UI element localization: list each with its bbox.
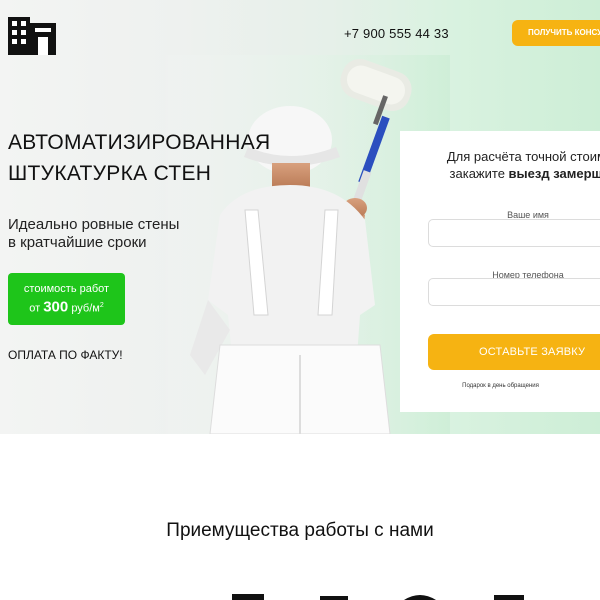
- hero-subtitle: Идеально ровные стены в кратчайшие сроки: [8, 216, 208, 252]
- gift-note: Подарок в день обращения: [462, 383, 539, 389]
- price-unit-sup: 2: [99, 302, 104, 309]
- hero-subtitle-line: Идеально ровные стены: [8, 216, 180, 233]
- building-logo-icon[interactable]: [8, 17, 56, 55]
- get-consultation-button[interactable]: ПОЛУЧИТЬ КОНСУ: [512, 20, 600, 46]
- form-heading-bold: выезд замерщи: [508, 166, 600, 181]
- submit-request-button[interactable]: ОСТАВЬТЕ ЗАЯВКУ: [428, 334, 600, 370]
- advantages-icons-peek: [232, 594, 524, 600]
- price-unit: руб/м: [71, 302, 100, 315]
- measurement-request-form: Для расчёта точной стоимо закажите выезд…: [400, 131, 600, 412]
- form-heading-line: закажите выезд замерщи: [400, 165, 600, 182]
- name-field[interactable]: [428, 219, 600, 247]
- payment-note: ОПЛАТА ПО ФАКТУ!: [8, 348, 123, 362]
- hero-title-line: АВТОМАТИЗИРОВАННАЯ: [8, 131, 271, 154]
- form-heading-line: Для расчёта точной стоимо: [446, 149, 600, 164]
- price-button[interactable]: стоимость работ от 300 руб/м2: [8, 273, 125, 325]
- price-amount: 300: [43, 298, 69, 316]
- phone-field[interactable]: [428, 278, 600, 306]
- hero-title: АВТОМАТИЗИРОВАННАЯ ШТУКАТУРКА СТЕН: [8, 127, 278, 189]
- advantages-heading: Приемущества работы с нами: [166, 520, 434, 541]
- price-caption: стоимость работ: [23, 283, 110, 295]
- price-value: от 300 руб/м2: [8, 296, 125, 319]
- price-prefix: от: [29, 302, 41, 315]
- form-heading: Для расчёта точной стоимо закажите выезд…: [400, 148, 600, 182]
- site-header: +7 900 555 44 33 ПОЛУЧИТЬ КОНСУ: [0, 0, 600, 60]
- hero-section: +7 900 555 44 33 ПОЛУЧИТЬ КОНСУ АВТОМАТИ…: [0, 0, 600, 434]
- header-phone-link[interactable]: +7 900 555 44 33: [344, 26, 449, 41]
- hero-subtitle-line: в кратчайшие сроки: [8, 234, 147, 251]
- hero-title-line: ШТУКАТУРКА СТЕН: [8, 162, 212, 185]
- form-heading-prefix: закажите: [449, 166, 509, 181]
